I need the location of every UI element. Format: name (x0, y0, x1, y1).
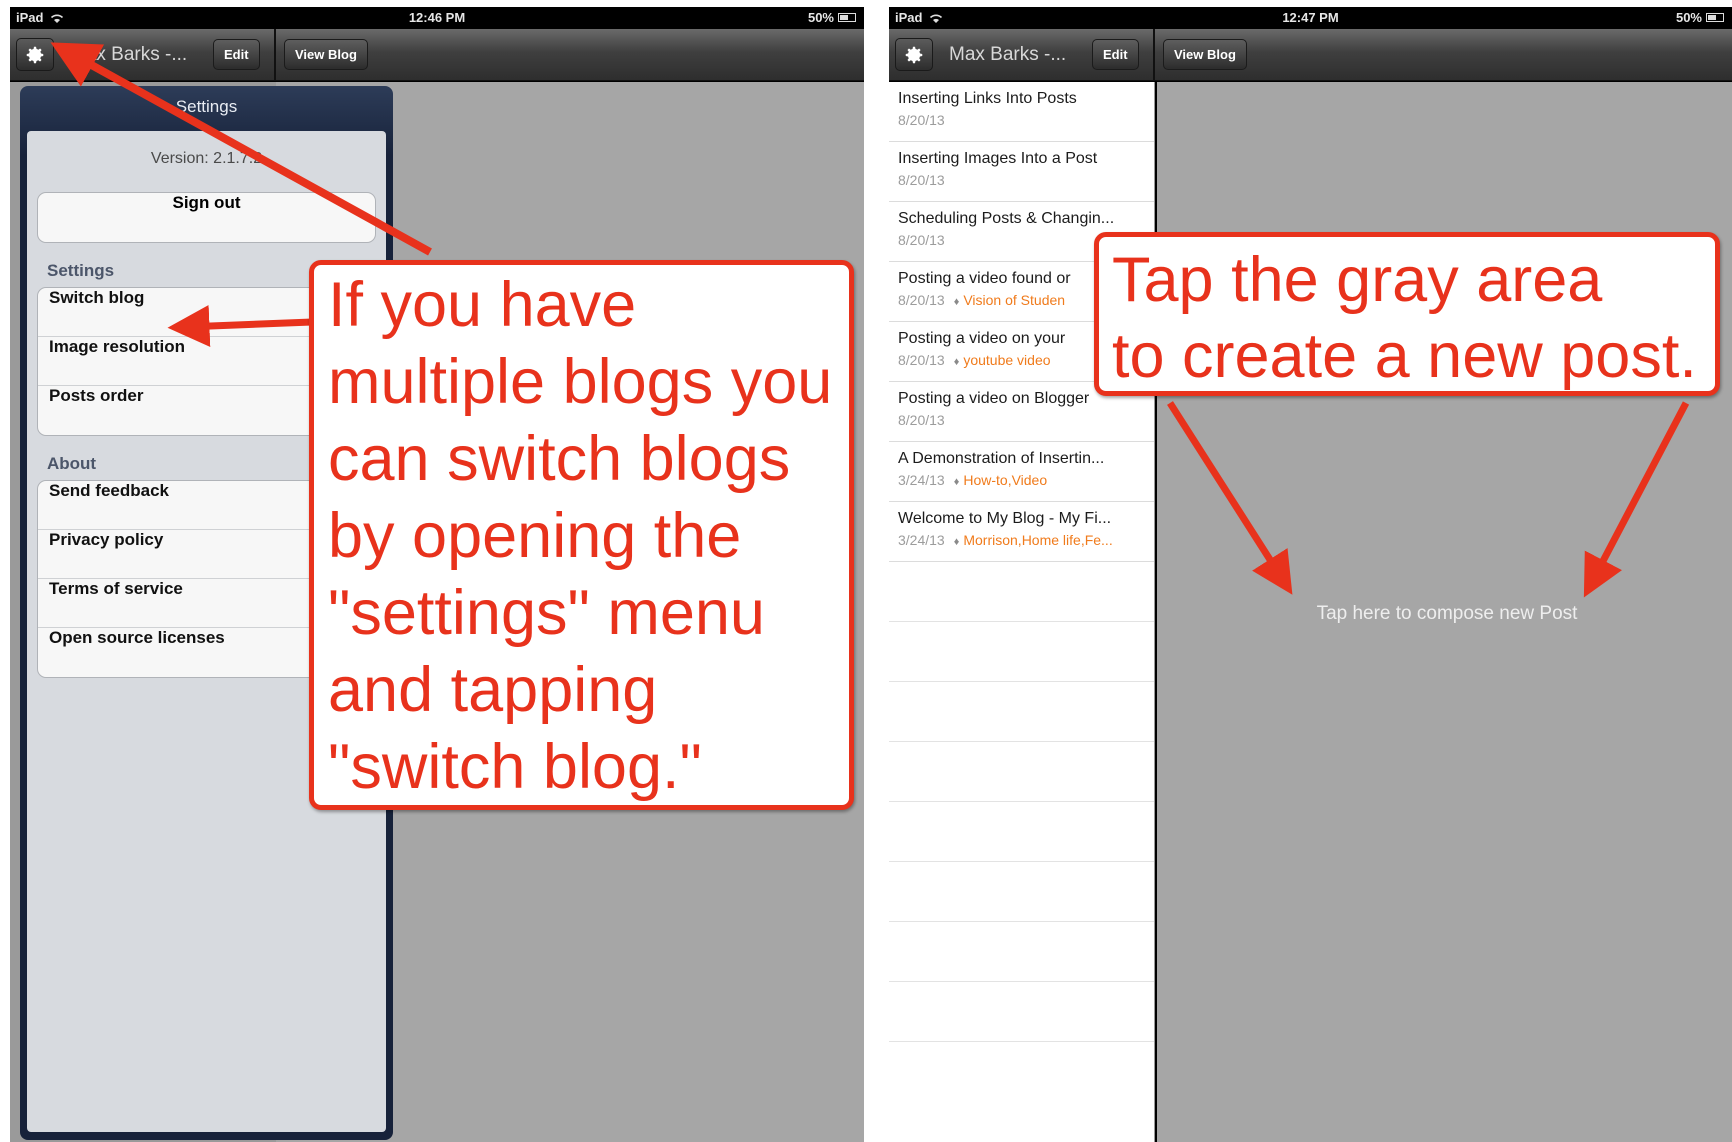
post-meta: 8/20/13 (898, 412, 1148, 428)
battery-percent: 50% (1675, 10, 1702, 25)
navigation-bar: Max Barks -... Edit View Blog (10, 29, 864, 81)
edit-button[interactable]: Edit (213, 39, 260, 70)
post-meta: 8/20/13 (898, 172, 1148, 188)
navigation-bar: Max Barks -... Edit View Blog (889, 29, 1732, 81)
tag-icon: ♦ (953, 296, 960, 308)
compose-hint[interactable]: Tap here to compose new Post (1232, 603, 1662, 625)
status-bar: iPad 12:47 PM 50% (889, 7, 1732, 29)
post-meta: 3/24/13 ♦ How-to,Video (898, 472, 1148, 488)
switch-blog-callout: If you have multiple blogs you can switc… (309, 260, 854, 810)
post-title: Welcome to My Blog - My Fi... (898, 510, 1112, 527)
settings-button[interactable] (895, 38, 933, 71)
empty-row (889, 682, 1154, 742)
edit-button[interactable]: Edit (1092, 39, 1139, 70)
post-meta: 3/24/13 ♦ Morrison,Home life,Fe... (898, 532, 1148, 548)
post-title: A Demonstration of Insertin... (898, 450, 1105, 467)
popover-title: Settings (175, 97, 238, 116)
empty-row (889, 802, 1154, 862)
master-nav: Max Barks -... Edit (10, 29, 276, 81)
post-date: 8/20/13 (898, 172, 945, 188)
battery-percent: 50% (807, 10, 834, 25)
post-tags: Vision of Studen (963, 292, 1066, 308)
tag-icon: ♦ (953, 476, 960, 488)
post-list-item[interactable]: A Demonstration of Insertin... 3/24/13 ♦ H… (889, 442, 1154, 502)
status-bar: iPad 12:46 PM 50% (10, 7, 864, 29)
compose-callout: Tap the gray area to create a new post. (1094, 232, 1720, 396)
post-tags: youtube video (963, 352, 1051, 368)
post-date: 8/20/13 (898, 112, 945, 128)
version-label: Version: 2.1.7.2 (150, 150, 263, 167)
post-date: 3/24/13 (898, 532, 945, 548)
right-screenshot: iPad 12:47 PM 50% Max Barks -... Edit Vi… (889, 7, 1732, 1142)
empty-row (889, 922, 1154, 982)
empty-row (889, 742, 1154, 802)
post-title: Inserting Links Into Posts (898, 90, 1077, 107)
post-date: 8/20/13 (898, 352, 945, 368)
post-title: Scheduling Posts & Changin... (898, 210, 1115, 227)
tag-icon: ♦ (953, 536, 960, 548)
sign-out-button[interactable]: Sign out (37, 192, 376, 243)
battery-icon (1706, 13, 1724, 22)
settings-button[interactable] (16, 38, 54, 71)
post-date: 8/20/13 (898, 232, 945, 248)
tag-icon: ♦ (953, 356, 960, 368)
callout-line: Tap the gray area (1112, 245, 1603, 315)
post-title: Inserting Images Into a Post (898, 150, 1098, 167)
post-list-item[interactable]: Welcome to My Blog - My Fi... 3/24/13 ♦ Mo… (889, 502, 1154, 562)
post-meta: 8/20/13 (898, 112, 1148, 128)
blog-title: Max Barks -... (949, 44, 1067, 65)
post-tags: How-to,Video (963, 472, 1048, 488)
view-blog-button[interactable]: View Blog (1163, 39, 1247, 70)
gear-icon (905, 46, 923, 63)
master-nav: Max Barks -... Edit (889, 29, 1155, 81)
post-date: 8/20/13 (898, 292, 945, 308)
battery-icon (838, 13, 856, 22)
post-list-item[interactable]: Inserting Images Into a Post 8/20/13 (889, 142, 1154, 202)
view-blog-button[interactable]: View Blog (284, 39, 368, 70)
battery-indicator: 50% (808, 10, 856, 25)
blog-title: Max Barks -... (70, 44, 188, 65)
callout-line: to create a new post. (1112, 321, 1697, 391)
post-tags: Morrison,Home life,Fe... (963, 532, 1113, 548)
empty-row (889, 982, 1154, 1042)
post-date: 3/24/13 (898, 472, 945, 488)
empty-row (889, 862, 1154, 922)
post-list-item[interactable]: Inserting Links Into Posts 8/20/13 (889, 82, 1154, 142)
status-time: 12:46 PM (408, 10, 466, 25)
gear-icon (26, 46, 44, 63)
post-date: 8/20/13 (898, 412, 945, 428)
status-time: 12:47 PM (1282, 10, 1339, 25)
empty-row (889, 562, 1154, 622)
battery-indicator: 50% (1676, 10, 1724, 25)
empty-row (889, 622, 1154, 682)
